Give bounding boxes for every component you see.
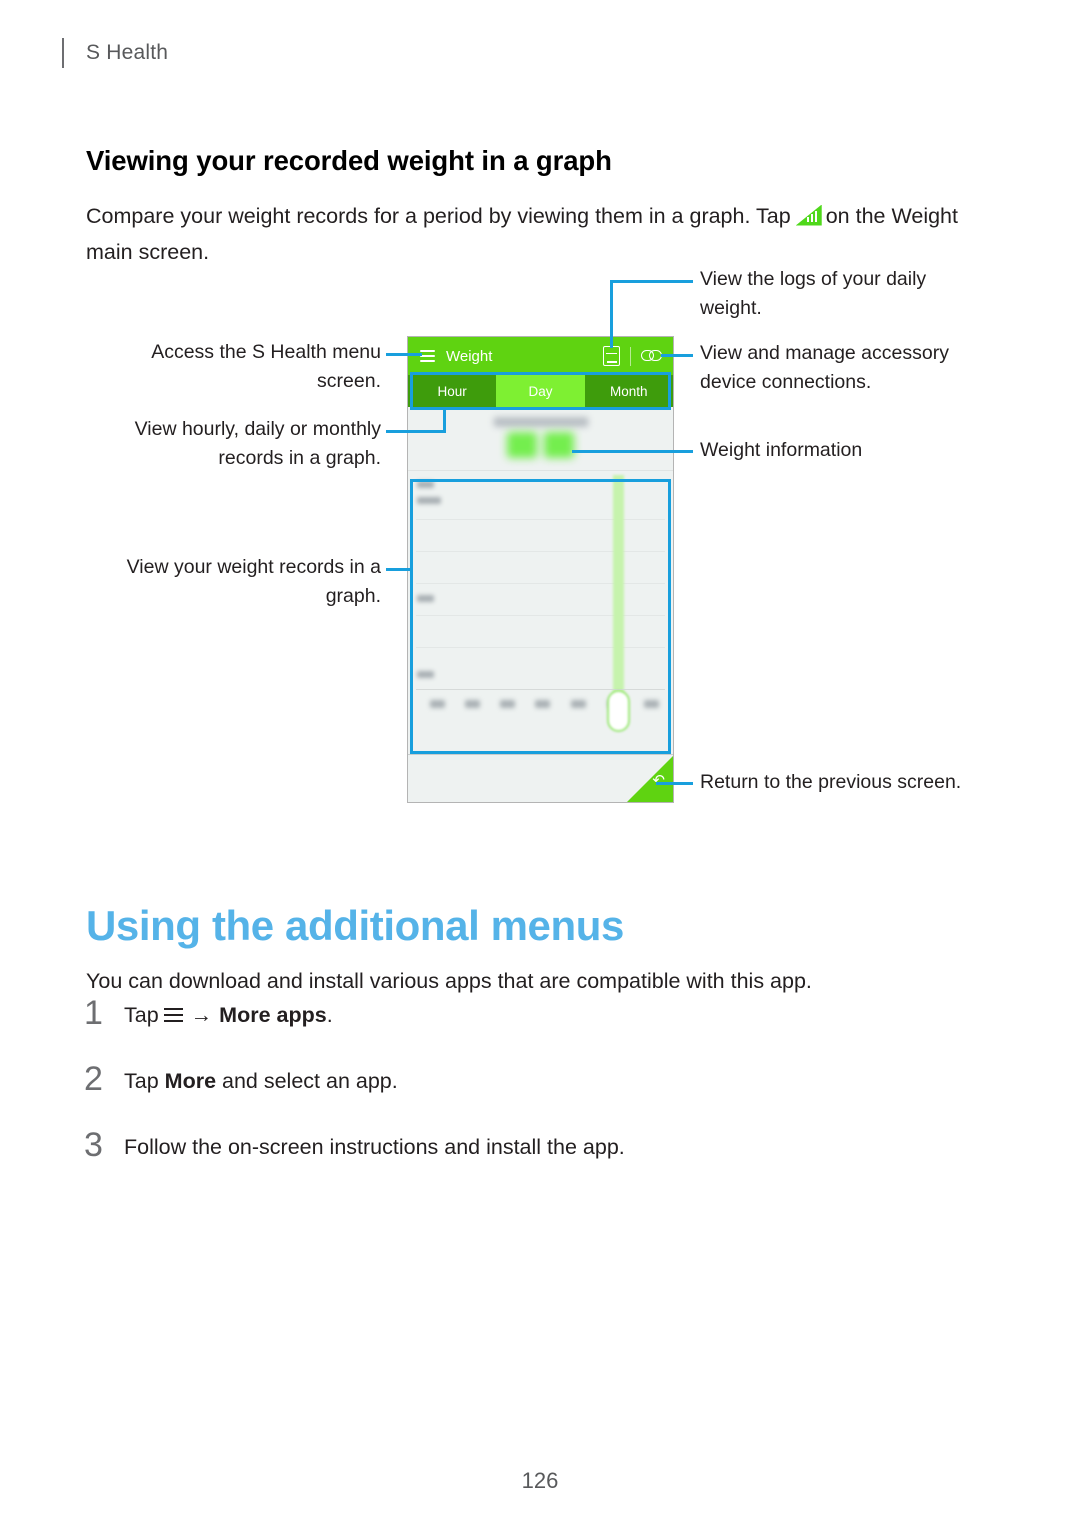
callout-daily-logs: View the logs of your daily weight. xyxy=(700,268,927,319)
callout-accessory-connections: View and manage accessory device connect… xyxy=(700,342,949,393)
callout-access-menu: Access the S Health menu screen. xyxy=(151,341,381,392)
leader-tabs-h xyxy=(386,430,446,433)
callout-return-previous: Return to the previous screen. xyxy=(700,771,962,793)
header-icon-group xyxy=(603,346,663,366)
back-arrow-icon: ↶ xyxy=(652,772,665,789)
weight-log-icon[interactable] xyxy=(603,346,620,366)
running-head: S Health xyxy=(62,36,168,70)
step1-pre: Tap xyxy=(124,1003,159,1027)
section-heading-additional-menus: Using the additional menus xyxy=(86,902,624,950)
callout-weight-information: Weight information xyxy=(700,439,863,461)
highlight-graph xyxy=(410,479,671,754)
step1-post: . xyxy=(326,1003,333,1027)
arrow-glyph: → xyxy=(190,1003,213,1027)
weight-information-panel xyxy=(408,407,673,470)
hamburger-menu-icon[interactable] xyxy=(420,350,435,362)
step-number: 2 xyxy=(84,1060,103,1098)
additional-menus-lede: You can download and install various app… xyxy=(86,968,812,993)
step2-pre: Tap xyxy=(124,1069,159,1093)
step2-bold: More xyxy=(164,1069,217,1093)
running-head-label: S Health xyxy=(86,41,169,64)
leader-link-h xyxy=(661,354,693,357)
callout-weight-records-graph: View your weight records in a graph. xyxy=(126,556,381,607)
leader-menu xyxy=(386,353,422,356)
menu-icon xyxy=(163,1008,183,1023)
step-number: 3 xyxy=(84,1126,103,1164)
intro-text-before: Compare your weight records for a period… xyxy=(86,203,791,228)
step-text: Follow the on-screen instructions and in… xyxy=(124,1135,625,1159)
accessory-link-icon[interactable] xyxy=(641,349,663,363)
list-item: 2 Tap More and select an app. xyxy=(80,1061,980,1099)
leader-tabs-v xyxy=(443,410,446,433)
callout-period-records: View hourly, daily or monthly records in… xyxy=(134,418,381,469)
step2-post: and select an app. xyxy=(216,1069,398,1093)
page-number: 126 xyxy=(521,1468,559,1493)
back-button[interactable] xyxy=(627,756,673,802)
step1-bold: More apps xyxy=(219,1003,327,1027)
header-divider xyxy=(630,346,631,366)
page-title: Viewing your recorded weight in a graph xyxy=(86,144,612,176)
leader-log-v xyxy=(610,280,613,348)
highlight-tabs xyxy=(410,372,671,410)
figure-weight-graph-screen: Weight Hour Day Month ↶ Access the S Hea… xyxy=(0,255,1080,825)
step-number: 1 xyxy=(84,994,103,1032)
running-head-divider xyxy=(62,38,64,68)
weight-graph-icon xyxy=(795,204,822,226)
list-item: 3 Follow the on-screen instructions and … xyxy=(80,1127,980,1165)
step-text: Tap → More apps. xyxy=(124,995,333,1033)
app-header-bar: Weight xyxy=(408,337,673,375)
leader-back-h xyxy=(656,782,693,785)
leader-graph-left xyxy=(386,568,413,571)
leader-log-h xyxy=(610,280,693,283)
leader-weightinfo-h xyxy=(572,450,693,453)
list-item: 1 Tap → More apps. xyxy=(80,995,980,1033)
weight-info-label xyxy=(493,417,588,427)
app-title: Weight xyxy=(446,347,493,365)
steps-list: 1 Tap → More apps. 2 Tap More and select a… xyxy=(80,995,980,1193)
weight-info-value xyxy=(503,432,579,458)
phone-footer-bar: ↶ xyxy=(408,754,673,802)
step-text: Tap More and select an app. xyxy=(124,1061,398,1099)
